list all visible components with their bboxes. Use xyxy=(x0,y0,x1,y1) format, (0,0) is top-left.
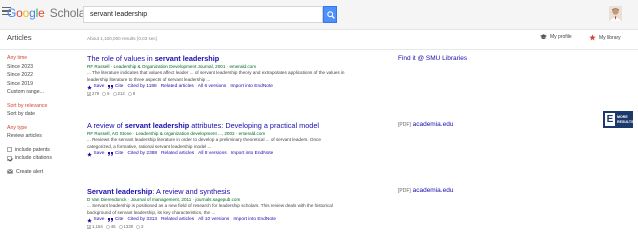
result-count: About 1,100,000 results (0.03 sec) xyxy=(87,36,158,41)
google-scholar-logo[interactable]: Google Scholar xyxy=(7,6,89,20)
search-result: A review of servant leadership attribute… xyxy=(87,121,383,158)
filter-custom-range[interactable]: Custom range... xyxy=(7,88,77,97)
filter-since-2019[interactable]: Since 2019 xyxy=(7,80,77,89)
result-authors-source: D Van Dierendonck · Journal of managemen… xyxy=(87,197,241,202)
metric-item: 279 xyxy=(87,91,99,97)
cited-by-link[interactable]: Cited by 3313 xyxy=(127,216,157,224)
save-button[interactable]: Save xyxy=(87,150,104,158)
metric-item: 8 xyxy=(127,91,135,97)
circle-metric-icon xyxy=(127,92,132,96)
metric-item: 1330 xyxy=(118,224,133,230)
related-articles-link[interactable]: Related articles xyxy=(161,83,194,91)
sort-by-date[interactable]: Sort by date xyxy=(7,110,77,119)
result-authors-source: RF Russell · Leadership & Organization D… xyxy=(87,64,257,69)
pdf-link[interactable]: [PDF] academia.edu xyxy=(398,121,453,128)
metric-item: 1,164 xyxy=(87,224,103,230)
cite-button[interactable]: Cite xyxy=(108,216,123,224)
filter-review-articles[interactable]: Review articles xyxy=(7,132,77,141)
bar-chart-icon xyxy=(87,92,91,96)
related-articles-link[interactable]: Related articles xyxy=(161,216,194,224)
checkbox-icon[interactable] xyxy=(7,147,12,153)
quote-icon xyxy=(108,218,114,222)
sort-by-relevance[interactable]: Sort by relevance xyxy=(7,102,77,111)
result-snippet: ... Reviews the servant leadership liter… xyxy=(87,137,321,149)
envelope-icon xyxy=(7,169,13,174)
circle-metric-icon xyxy=(118,225,123,229)
quote-icon xyxy=(108,85,114,89)
cite-button[interactable]: Cite xyxy=(108,83,123,91)
star-icon xyxy=(589,34,596,41)
my-library-link[interactable]: My library xyxy=(589,34,621,41)
import-endnote-link[interactable]: Import into EndNote xyxy=(230,83,273,91)
result-title-link[interactable]: The role of values in servant leadership xyxy=(87,54,383,63)
import-endnote-link[interactable]: Import into EndNote xyxy=(231,150,274,158)
circle-metric-icon xyxy=(102,92,106,96)
filter-any-type[interactable]: Any type xyxy=(7,124,77,133)
search-input[interactable] xyxy=(83,6,323,23)
related-articles-link[interactable]: Related articles xyxy=(161,150,194,158)
result-metrics: 1,164 46 1330 2 xyxy=(87,224,383,230)
star-icon xyxy=(87,84,92,90)
result-metrics: 279 6 212 8 xyxy=(87,91,383,97)
more-results-e-icon: E xyxy=(605,113,615,126)
metric-item: 212 xyxy=(112,91,125,97)
all-versions-link[interactable]: All 8 versions xyxy=(198,150,227,158)
cite-button[interactable]: Cite xyxy=(108,150,123,158)
cited-by-link[interactable]: Cited by 1188 xyxy=(127,83,156,91)
metric-item: 2 xyxy=(136,224,144,230)
result-title-link[interactable]: Servant leadership: A review and synthes… xyxy=(87,187,383,196)
create-alert-link[interactable]: Create alert xyxy=(7,168,77,177)
my-profile-link[interactable]: My profile xyxy=(540,34,572,40)
filter-since-2022[interactable]: Since 2022 xyxy=(7,71,77,80)
result-snippet: ... Servant leadership is positioned as … xyxy=(87,203,333,215)
search-button[interactable] xyxy=(323,6,337,23)
search-result: Servant leadership: A review and synthes… xyxy=(87,187,383,230)
result-actions: Save Cite Cited by 2388 Related articles… xyxy=(87,150,383,158)
pdf-link[interactable]: [PDF] academia.edu xyxy=(398,187,453,194)
result-actions: Save Cite Cited by 3313 Related articles… xyxy=(87,216,383,224)
circle-metric-icon xyxy=(136,225,140,229)
circle-metric-icon xyxy=(112,92,117,96)
import-endnote-link[interactable]: Import into EndNote xyxy=(233,216,276,224)
articles-heading: Articles xyxy=(7,33,32,42)
cited-by-link[interactable]: Cited by 2388 xyxy=(127,150,157,158)
search-result: The role of values in servant leadership… xyxy=(87,54,383,97)
graduation-cap-icon xyxy=(540,34,547,40)
metric-item: 46 xyxy=(105,224,116,230)
filter-since-2023[interactable]: Since 2023 xyxy=(7,63,77,72)
circle-metric-icon xyxy=(105,225,110,229)
result-snippet: ... The literature indicates that values… xyxy=(87,70,345,82)
divider xyxy=(0,49,638,50)
search-icon xyxy=(326,11,335,19)
result-actions: Save Cite Cited by 1188 Related articles… xyxy=(87,83,383,91)
result-title-link[interactable]: A review of servant leadership attribute… xyxy=(87,121,383,130)
top-bar: Google Scholar xyxy=(0,0,638,30)
filter-any-time[interactable]: Any time xyxy=(7,54,77,63)
all-versions-link[interactable]: All 10 versions xyxy=(198,216,229,224)
filter-sidebar: Any time Since 2023 Since 2022 Since 201… xyxy=(7,54,77,176)
save-button[interactable]: Save xyxy=(87,216,104,224)
include-patents-checkbox[interactable]: include patents xyxy=(7,146,77,155)
save-button[interactable]: Save xyxy=(87,83,104,91)
account-avatar[interactable] xyxy=(609,6,622,21)
more-results-badge[interactable]: E MORE RESULTS xyxy=(603,111,634,128)
all-versions-link[interactable]: All 6 versions xyxy=(198,83,227,91)
star-icon xyxy=(87,217,92,223)
metric-item: 6 xyxy=(102,91,110,97)
results-toolbar: Articles About 1,100,000 results (0.03 s… xyxy=(0,31,638,49)
checked-checkbox-icon[interactable] xyxy=(7,155,12,161)
include-citations-checkbox[interactable]: include citations xyxy=(7,154,77,163)
star-icon xyxy=(87,151,92,157)
bar-chart-icon xyxy=(87,225,91,229)
quote-icon xyxy=(108,152,114,156)
find-it-smu-link[interactable]: Find it @ SMU Libraries xyxy=(398,55,467,62)
result-authors-source: RF Russell, AG Stone · Leadership & orga… xyxy=(87,131,266,136)
